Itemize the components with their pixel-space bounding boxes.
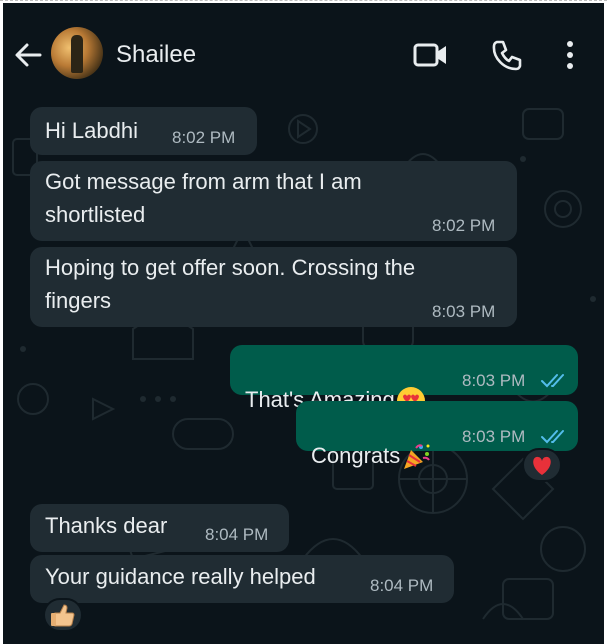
message-text: Got message from arm that I am shortlist… bbox=[45, 169, 362, 227]
message-text: Hoping to get offer soon. Crossing the f… bbox=[45, 255, 416, 313]
message-text: Congrats bbox=[311, 443, 401, 468]
message-time: 8:03 PM bbox=[462, 371, 526, 390]
outgoing-message[interactable]: Congrats 8:03 PM bbox=[296, 401, 578, 470]
message-time: 8:04 PM bbox=[370, 576, 434, 595]
message-content: Congrats bbox=[311, 406, 431, 472]
voice-call-icon[interactable] bbox=[491, 39, 523, 71]
message-text: Thanks dear bbox=[45, 513, 168, 538]
chat-header: Shailee bbox=[3, 3, 604, 99]
thumbs-up-emoji bbox=[51, 604, 75, 627]
read-receipt-icon bbox=[541, 374, 564, 388]
message-text: Hi Labdhi bbox=[45, 118, 138, 143]
chat-screen: Shailee Hi Labdhi 8:02 PM Got message fr… bbox=[3, 3, 604, 644]
back-arrow-icon[interactable] bbox=[13, 40, 43, 70]
incoming-message[interactable]: Got message from arm that I am shortlist… bbox=[30, 161, 517, 241]
incoming-message[interactable]: Your guidance really helped 8:04 PM bbox=[30, 555, 454, 603]
party-popper-emoji bbox=[404, 444, 431, 470]
outgoing-message[interactable]: That's Amazing 8:03 PM bbox=[230, 345, 578, 416]
message-reaction[interactable] bbox=[43, 598, 83, 632]
contact-avatar[interactable] bbox=[51, 27, 103, 79]
message-time: 8:02 PM bbox=[172, 128, 236, 147]
message-reaction[interactable] bbox=[522, 448, 562, 482]
incoming-message[interactable]: Hoping to get offer soon. Crossing the f… bbox=[30, 247, 517, 327]
message-time: 8:02 PM bbox=[432, 216, 496, 235]
read-receipt-icon bbox=[541, 430, 564, 444]
incoming-message[interactable]: Hi Labdhi 8:02 PM bbox=[30, 107, 257, 155]
video-call-icon[interactable] bbox=[413, 41, 449, 69]
message-time: 8:03 PM bbox=[462, 427, 526, 446]
incoming-message[interactable]: Thanks dear 8:04 PM bbox=[30, 504, 289, 552]
message-time: 8:03 PM bbox=[432, 302, 496, 321]
contact-name[interactable]: Shailee bbox=[116, 41, 196, 69]
message-text: Your guidance really helped bbox=[45, 564, 316, 589]
red-heart-emoji bbox=[533, 456, 551, 475]
more-options-icon[interactable] bbox=[565, 40, 575, 70]
message-time: 8:04 PM bbox=[205, 525, 269, 544]
